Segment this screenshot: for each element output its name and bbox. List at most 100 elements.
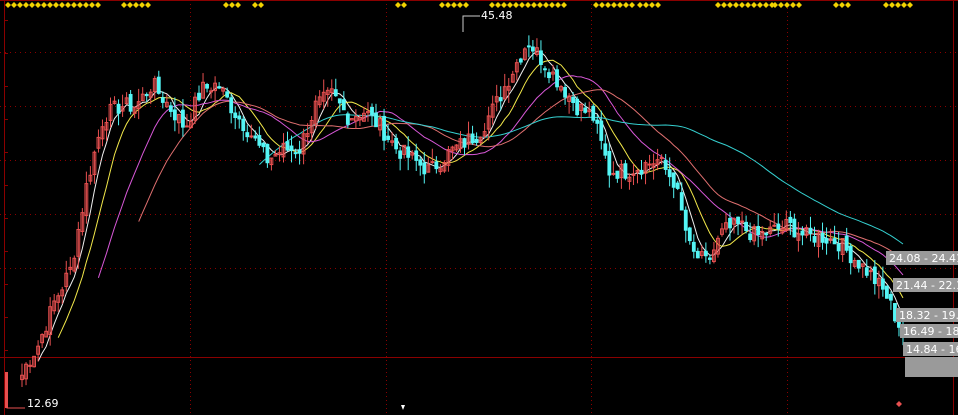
event-marker-icon — [605, 2, 611, 8]
candle-body — [607, 150, 612, 176]
candle — [168, 101, 173, 118]
candle-body — [844, 235, 849, 251]
candle — [703, 242, 708, 263]
candle-body — [374, 112, 378, 128]
candle-body — [333, 89, 338, 97]
candle — [152, 75, 157, 100]
first-candle — [5, 372, 8, 408]
event-marker-icon — [901, 2, 907, 8]
candle — [559, 85, 563, 93]
candle-body — [470, 133, 475, 144]
candle-body — [293, 152, 298, 155]
candle — [462, 137, 467, 156]
candle — [100, 119, 105, 147]
candle — [760, 226, 765, 246]
candle — [261, 141, 266, 153]
candle — [720, 223, 724, 237]
candle — [362, 106, 366, 122]
high-price-label: 45.48 — [481, 9, 513, 22]
candle — [872, 260, 877, 295]
candle-body — [185, 125, 189, 128]
event-marker-icon — [95, 2, 101, 8]
event-marker-icon — [65, 2, 71, 8]
candle-body — [599, 120, 604, 141]
candle — [639, 159, 644, 180]
low-price-label: 12.69 — [27, 397, 59, 410]
event-marker-icon — [35, 2, 41, 8]
candle — [24, 362, 28, 386]
candle-body — [418, 159, 423, 166]
candle-body — [736, 216, 740, 225]
candle — [164, 94, 169, 109]
candle-body — [764, 233, 769, 236]
candle — [691, 234, 696, 259]
candle — [406, 136, 411, 171]
candle-body — [370, 106, 374, 115]
event-marker-icon — [5, 2, 11, 8]
candle-body — [160, 97, 165, 103]
candle-body — [257, 135, 262, 146]
candle — [518, 57, 523, 65]
candle-body — [856, 259, 861, 269]
event-marker-icon — [501, 2, 507, 8]
event-marker-icon — [617, 2, 623, 8]
candle-body — [539, 50, 543, 65]
event-marker-icon — [561, 2, 567, 8]
candle — [438, 164, 443, 175]
candle-body — [297, 149, 302, 154]
event-marker-icon — [599, 2, 605, 8]
candle-body — [800, 230, 805, 236]
candle-body — [808, 227, 813, 234]
candle-body — [820, 232, 825, 243]
price-range-label: 24.08 - 24.41 — [889, 252, 958, 265]
candle-body — [663, 159, 668, 170]
candle-body — [382, 115, 386, 141]
candle — [92, 150, 97, 184]
candle-body — [647, 163, 652, 166]
event-marker-icon — [772, 2, 778, 8]
candle — [124, 92, 129, 105]
candle — [808, 216, 813, 242]
event-marker-icon — [53, 2, 59, 8]
candle — [88, 166, 93, 185]
candle — [341, 91, 346, 111]
candle — [466, 121, 471, 150]
candle-body — [526, 45, 531, 48]
event-marker-icon — [555, 2, 561, 8]
candle-body — [611, 172, 616, 175]
candle — [530, 40, 535, 60]
candle-body — [571, 96, 576, 104]
candle — [68, 256, 73, 275]
candle — [241, 115, 246, 141]
candle-body — [261, 142, 266, 148]
stock-chart: 24.08 - 24.41 21.44 - 22.1 18.32 - 19. 16.4… — [0, 0, 958, 415]
candle-body — [229, 97, 234, 114]
candle — [418, 155, 423, 176]
event-marker-icon — [513, 2, 519, 8]
event-marker-icon — [623, 2, 629, 8]
candle — [422, 152, 427, 184]
candle — [643, 160, 648, 185]
candle — [852, 257, 857, 269]
event-marker-icon — [845, 2, 851, 8]
event-marker-icon — [549, 2, 555, 8]
candle — [836, 232, 841, 260]
candle-body — [671, 172, 676, 188]
candle-body — [603, 143, 608, 156]
candle-body — [868, 270, 873, 273]
event-marker-icon — [889, 2, 895, 8]
candle-body — [128, 93, 133, 112]
candle — [724, 213, 728, 233]
event-marker-icon — [637, 2, 643, 8]
candle-body — [205, 84, 209, 89]
candle-body — [623, 163, 628, 179]
candle — [402, 144, 407, 159]
candle-body — [639, 169, 644, 175]
candle-body — [707, 257, 712, 260]
grid-layer — [0, 0, 958, 415]
event-marker-icon — [463, 2, 469, 8]
event-marker-icon — [83, 2, 89, 8]
event-marker-icon — [649, 2, 655, 8]
candle — [820, 222, 825, 250]
candle — [575, 96, 580, 117]
